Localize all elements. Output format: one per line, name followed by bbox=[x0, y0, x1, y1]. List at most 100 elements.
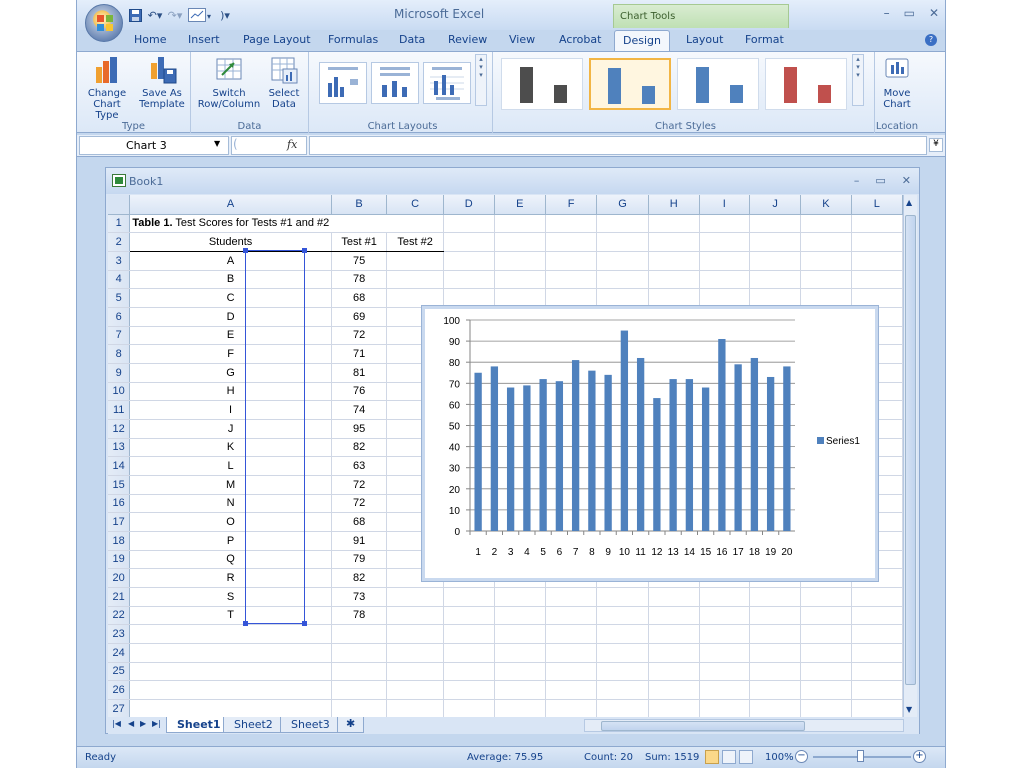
header-cell[interactable]: Test #1 bbox=[331, 232, 388, 252]
cell[interactable] bbox=[443, 680, 495, 700]
row-header[interactable]: 26 bbox=[108, 680, 131, 700]
cell[interactable] bbox=[443, 606, 495, 626]
score-cell[interactable]: 81 bbox=[331, 363, 388, 383]
cell[interactable] bbox=[545, 288, 598, 308]
student-cell[interactable]: R bbox=[129, 568, 332, 588]
cell[interactable] bbox=[800, 662, 852, 682]
chart-style-3[interactable] bbox=[677, 58, 759, 110]
wb-restore-icon[interactable]: ▭ bbox=[875, 174, 885, 187]
move-chart-button[interactable]: Move Chart bbox=[877, 55, 917, 110]
wb-close-icon[interactable]: ✕ bbox=[902, 174, 911, 187]
cell[interactable] bbox=[749, 270, 802, 290]
column-header[interactable]: C bbox=[386, 195, 444, 215]
cell[interactable] bbox=[648, 624, 700, 644]
row-header[interactable]: 7 bbox=[108, 326, 131, 346]
score-cell[interactable]: 82 bbox=[331, 568, 388, 588]
tab-format[interactable]: Format bbox=[745, 33, 784, 46]
cell[interactable] bbox=[699, 587, 751, 607]
worksheet-grid[interactable]: A B C D E F G H I J K L 1 Table 1. Test Scores for Te… bbox=[108, 195, 903, 717]
cell[interactable] bbox=[545, 699, 598, 717]
cell[interactable] bbox=[545, 232, 598, 252]
cell[interactable] bbox=[596, 662, 649, 682]
cell[interactable] bbox=[851, 232, 903, 252]
cell[interactable] bbox=[699, 232, 751, 252]
help-icon[interactable]: ? bbox=[925, 34, 937, 46]
score-cell[interactable]: 82 bbox=[331, 438, 388, 458]
embedded-chart[interactable]: 0 10 20 30 40 50 60 70 80 90 100 1 2 3 4 5 6 7 8 9 10 11 12 13 1… bbox=[422, 306, 878, 581]
cell[interactable] bbox=[749, 288, 802, 308]
cell[interactable] bbox=[331, 662, 388, 682]
cell[interactable] bbox=[386, 643, 444, 663]
cell[interactable] bbox=[494, 606, 546, 626]
column-header[interactable]: J bbox=[749, 195, 802, 215]
cell[interactable] bbox=[851, 587, 903, 607]
row-header[interactable]: 2 bbox=[108, 232, 131, 252]
score-cell[interactable]: 72 bbox=[331, 494, 388, 514]
row-header[interactable]: 22 bbox=[108, 606, 131, 626]
cell[interactable] bbox=[386, 214, 444, 234]
name-box-dropdown-icon[interactable]: ▼ bbox=[214, 139, 220, 148]
row-header[interactable]: 24 bbox=[108, 643, 131, 663]
cell[interactable] bbox=[851, 662, 903, 682]
cell[interactable] bbox=[749, 624, 802, 644]
column-header[interactable]: D bbox=[443, 195, 495, 215]
row-header[interactable]: 21 bbox=[108, 587, 131, 607]
cell[interactable] bbox=[851, 288, 903, 308]
row-header[interactable]: 9 bbox=[108, 363, 131, 383]
chart-quick-icon[interactable]: ▾ bbox=[187, 7, 213, 23]
row-header[interactable]: 17 bbox=[108, 512, 131, 532]
score-cell[interactable]: 79 bbox=[331, 550, 388, 570]
score-cell[interactable]: 69 bbox=[331, 307, 388, 327]
cell[interactable] bbox=[851, 624, 903, 644]
cell[interactable] bbox=[749, 251, 802, 271]
cell[interactable] bbox=[699, 214, 751, 234]
cell[interactable] bbox=[443, 288, 495, 308]
score-cell[interactable]: 74 bbox=[331, 400, 388, 420]
cell[interactable] bbox=[648, 643, 700, 663]
student-cell[interactable]: O bbox=[129, 512, 332, 532]
student-cell[interactable]: K bbox=[129, 438, 332, 458]
close-icon[interactable]: ✕ bbox=[929, 6, 939, 20]
tab-insert[interactable]: Insert bbox=[188, 33, 220, 46]
cell[interactable] bbox=[851, 214, 903, 234]
cell[interactable] bbox=[129, 643, 332, 663]
cell[interactable] bbox=[494, 699, 546, 717]
cell[interactable] bbox=[494, 232, 546, 252]
cell[interactable] bbox=[749, 699, 802, 717]
zoom-level[interactable]: 100% bbox=[765, 752, 794, 763]
student-cell[interactable]: B bbox=[129, 270, 332, 290]
insert-function-icon[interactable]: fx bbox=[287, 138, 297, 151]
cell[interactable] bbox=[443, 624, 495, 644]
tab-view[interactable]: View bbox=[509, 33, 535, 46]
row-header[interactable]: 20 bbox=[108, 568, 131, 588]
tab-data[interactable]: Data bbox=[399, 33, 425, 46]
customize-qat-icon[interactable]: )▾ bbox=[217, 7, 233, 23]
horizontal-scrollbar[interactable] bbox=[584, 719, 904, 732]
cell[interactable] bbox=[129, 624, 332, 644]
chart-layout-2[interactable] bbox=[371, 62, 419, 104]
name-box[interactable]: Chart 3 bbox=[79, 136, 229, 155]
student-cell[interactable]: Q bbox=[129, 550, 332, 570]
score-cell[interactable]: 78 bbox=[331, 606, 388, 626]
cell[interactable] bbox=[494, 587, 546, 607]
student-cell[interactable]: J bbox=[129, 419, 332, 439]
scroll-down-icon[interactable]: ▼ bbox=[906, 705, 912, 714]
cell[interactable] bbox=[596, 606, 649, 626]
styles-gallery-scroll[interactable]: ▴ ▾ ▾ bbox=[852, 54, 864, 106]
student-cell[interactable]: G bbox=[129, 363, 332, 383]
cell[interactable] bbox=[331, 214, 387, 234]
cell[interactable] bbox=[699, 662, 751, 682]
column-header[interactable]: F bbox=[545, 195, 598, 215]
tab-acrobat[interactable]: Acrobat bbox=[559, 33, 601, 46]
sheet-tab-sheet2[interactable]: Sheet2 bbox=[223, 717, 284, 733]
cell[interactable] bbox=[800, 270, 852, 290]
cell[interactable] bbox=[648, 232, 700, 252]
cell[interactable] bbox=[596, 251, 649, 271]
select-all-corner[interactable] bbox=[108, 195, 131, 215]
row-header[interactable]: 15 bbox=[108, 475, 131, 495]
row-header[interactable]: 8 bbox=[108, 344, 131, 364]
cell[interactable] bbox=[545, 680, 598, 700]
cell[interactable] bbox=[443, 232, 495, 252]
tab-review[interactable]: Review bbox=[448, 33, 487, 46]
tab-layout[interactable]: Layout bbox=[686, 33, 723, 46]
